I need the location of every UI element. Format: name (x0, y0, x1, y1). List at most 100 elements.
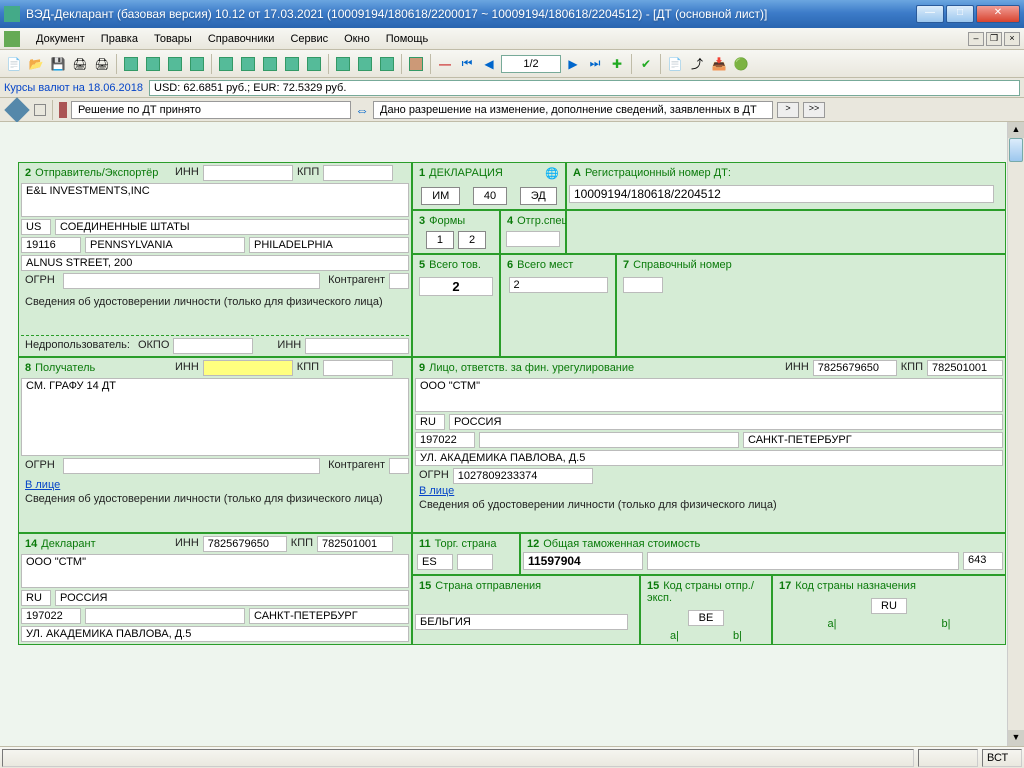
box9-name[interactable]: ООО "СТМ" (415, 378, 1003, 412)
pager-input[interactable] (501, 55, 561, 73)
box9-ogrn[interactable]: 1027809233374 (453, 468, 593, 484)
box9-region[interactable] (479, 432, 739, 448)
tool-g1[interactable] (121, 54, 141, 74)
box8-name[interactable]: СМ. ГРАФУ 14 ДТ (21, 378, 409, 456)
box4-field[interactable] (506, 231, 560, 247)
menu-window[interactable]: Окно (336, 31, 378, 47)
box14-kpp[interactable]: 782501001 (317, 536, 393, 552)
box1-40[interactable]: 40 (473, 187, 507, 205)
close-button[interactable]: ✕ (976, 5, 1020, 23)
tool-g2[interactable] (143, 54, 163, 74)
tool-g8[interactable] (282, 54, 302, 74)
box2-ogrn-field[interactable] (63, 273, 320, 289)
tool-e1[interactable]: 📄 (665, 54, 685, 74)
box2-street[interactable]: ALNUS STREET, 200 (21, 255, 409, 271)
print2-button[interactable] (92, 54, 112, 74)
decision-field[interactable]: Решение по ДТ принято (71, 101, 351, 119)
print-button[interactable] (70, 54, 90, 74)
box12-extra[interactable] (647, 552, 959, 570)
menu-goods[interactable]: Товары (146, 31, 200, 47)
scroll-down-icon[interactable]: ▼ (1008, 730, 1024, 746)
status-nav-next[interactable]: > (777, 102, 799, 118)
box11-value[interactable]: ES (417, 554, 453, 570)
maximize-button[interactable]: □ (946, 5, 974, 23)
box8-vlitse-link[interactable]: В лице (21, 478, 409, 492)
prev-button[interactable] (479, 54, 499, 74)
tool-g5[interactable] (216, 54, 236, 74)
mdi-close-button[interactable]: × (1004, 32, 1020, 46)
box8-contr-field[interactable] (389, 458, 409, 474)
tool-g11[interactable] (355, 54, 375, 74)
vertical-scrollbar[interactable]: ▲ ▼ (1007, 122, 1024, 746)
box2-contr-field[interactable] (389, 273, 409, 289)
box15a-value[interactable]: BE (688, 610, 724, 626)
box12-value[interactable]: 11597904 (523, 552, 643, 570)
tool-g10[interactable] (333, 54, 353, 74)
menu-service[interactable]: Сервис (282, 31, 336, 47)
box14-cc[interactable]: RU (21, 590, 51, 606)
tool-g13[interactable] (406, 54, 426, 74)
box2-country[interactable]: СОЕДИНЕННЫЕ ШТАТЫ (55, 219, 409, 235)
box2-country-code[interactable]: US (21, 219, 51, 235)
rates-link[interactable]: Курсы валют на 18.06.2018 (4, 82, 143, 94)
box17a-value[interactable]: RU (871, 598, 907, 614)
menu-document[interactable]: Документ (28, 31, 93, 47)
menu-edit[interactable]: Правка (93, 31, 146, 47)
delete-button[interactable] (435, 54, 455, 74)
menu-help[interactable]: Помощь (378, 31, 437, 47)
boxA-value[interactable]: 10009194/180618/2204512 (569, 185, 994, 203)
box14-country[interactable]: РОССИЯ (55, 590, 409, 606)
box1-ed[interactable]: ЭД (520, 187, 557, 205)
tool-g7[interactable] (260, 54, 280, 74)
box11-extra[interactable] (457, 554, 493, 570)
box3-b[interactable]: 2 (458, 231, 486, 249)
box3-a[interactable]: 1 (426, 231, 454, 249)
box2-name-field[interactable]: E&L INVESTMENTS,INC (21, 183, 409, 217)
tool-g9[interactable] (304, 54, 324, 74)
box8-inn-field[interactable] (203, 360, 293, 376)
box9-zip[interactable]: 197022 (415, 432, 475, 448)
tool-g6[interactable] (238, 54, 258, 74)
box8-kpp-field[interactable] (323, 360, 393, 376)
tool-g3[interactable] (165, 54, 185, 74)
tool-g12[interactable] (377, 54, 397, 74)
add-button[interactable] (607, 54, 627, 74)
box2-kpp-field[interactable] (323, 165, 393, 181)
box9-kpp[interactable]: 782501001 (927, 360, 1003, 376)
menu-directories[interactable]: Справочники (200, 31, 283, 47)
box5-value[interactable]: 2 (419, 277, 493, 296)
minimize-button[interactable]: — (916, 5, 944, 23)
box14-region[interactable] (85, 608, 245, 624)
box14-street[interactable]: УЛ. АКАДЕМИКА ПАВЛОВА, Д.5 (21, 626, 409, 642)
status-nav-last[interactable]: >> (803, 102, 825, 118)
box9-country[interactable]: РОССИЯ (449, 414, 1003, 430)
first-button[interactable] (457, 54, 477, 74)
tool-e3[interactable]: 📥 (709, 54, 729, 74)
check-button[interactable] (636, 54, 656, 74)
scroll-up-icon[interactable]: ▲ (1008, 122, 1024, 138)
box1-im[interactable]: ИМ (421, 187, 460, 205)
box2-zip[interactable]: 19116 (21, 237, 81, 253)
box12-code[interactable]: 643 (963, 552, 1003, 570)
next-button[interactable] (563, 54, 583, 74)
box2-inn-field[interactable] (203, 165, 293, 181)
save-button[interactable] (48, 54, 68, 74)
permission-field[interactable]: Дано разрешение на изменение, дополнение… (373, 101, 773, 119)
tool-e2[interactable]: ⤴ (687, 54, 707, 74)
box9-vlitse-link[interactable]: В лице (415, 484, 1003, 498)
mdi-minimize-button[interactable]: – (968, 32, 984, 46)
box6-value[interactable]: 2 (509, 277, 608, 293)
box14-city[interactable]: САНКТ-ПЕТЕРБУРГ (249, 608, 409, 624)
tool-e4[interactable]: 🟢 (731, 54, 751, 74)
box14-name[interactable]: ООО "СТМ" (21, 554, 409, 588)
box2-okpo-field[interactable] (173, 338, 253, 354)
box2-inn2-field[interactable] (305, 338, 409, 354)
box15-value[interactable]: БЕЛЬГИЯ (415, 614, 628, 630)
box14-zip[interactable]: 197022 (21, 608, 81, 624)
new-button[interactable] (4, 54, 24, 74)
box8-ogrn-field[interactable] (63, 458, 320, 474)
box2-region[interactable]: PENNSYLVANIA (85, 237, 245, 253)
last-button[interactable] (585, 54, 605, 74)
box9-cc[interactable]: RU (415, 414, 445, 430)
mdi-restore-button[interactable]: ❐ (986, 32, 1002, 46)
